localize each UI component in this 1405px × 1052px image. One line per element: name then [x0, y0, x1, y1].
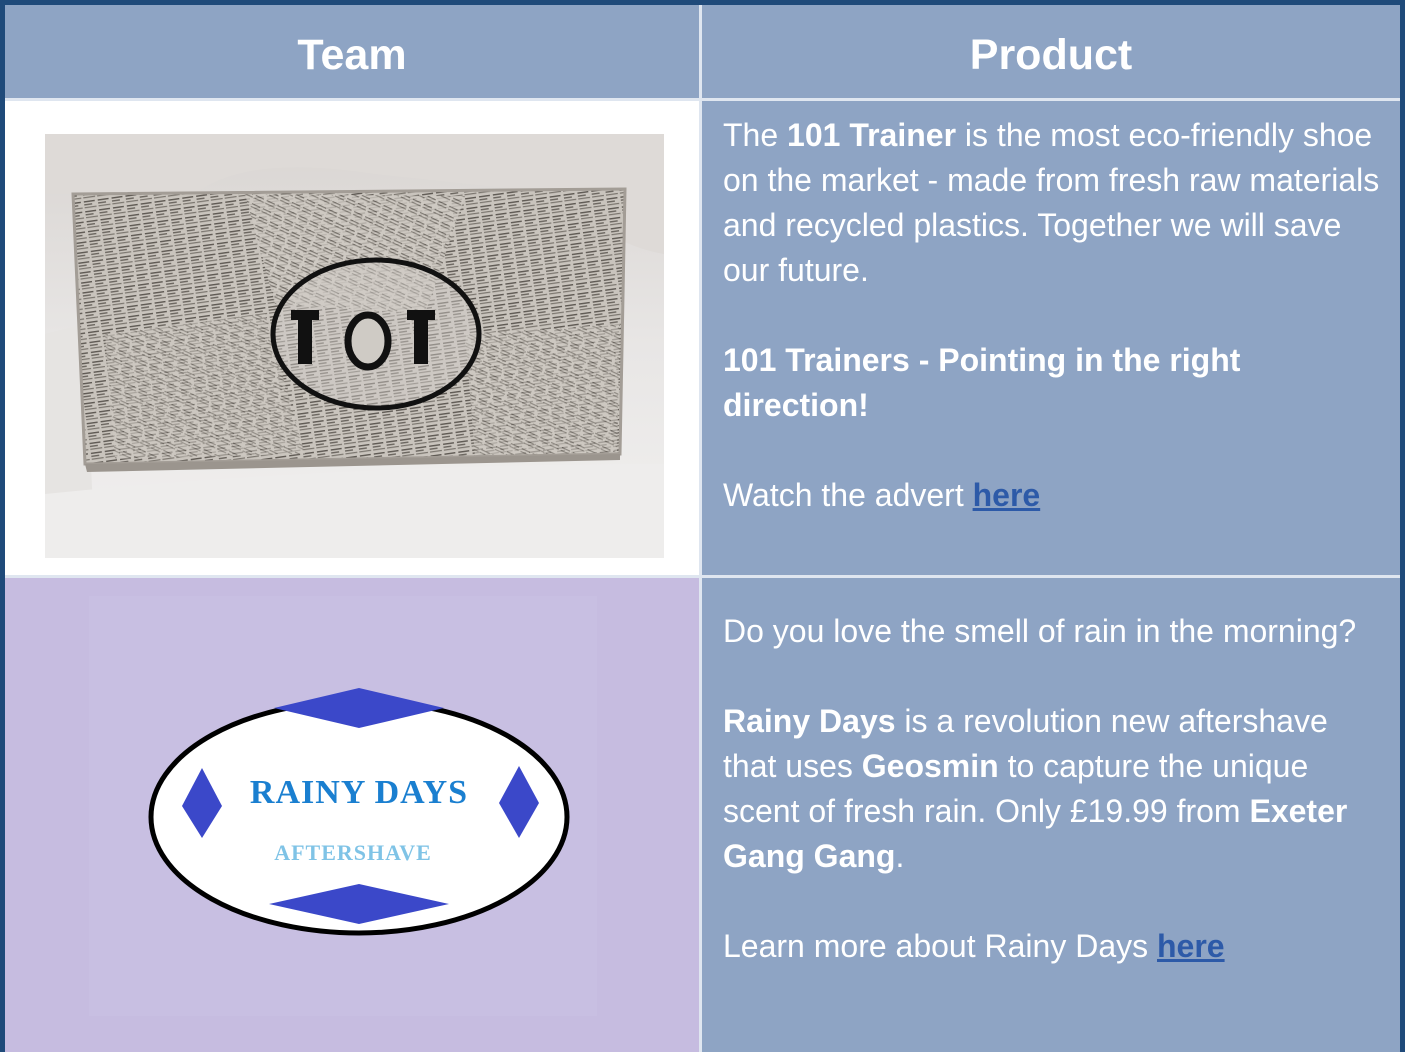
product-1-slogan-text: 101 Trainers - Pointing in the right dir…	[723, 342, 1241, 423]
product-2-link-prefix: Learn more about Rainy Days	[723, 928, 1157, 964]
product-1-name: 101 Trainer	[787, 117, 957, 153]
product-1-link-prefix: Watch the advert	[723, 477, 973, 513]
table-row-2-product: Do you love the smell of rain in the mor…	[702, 578, 1400, 1052]
logo-title: RAINY DAYS	[250, 774, 468, 811]
product-2-body-end: .	[895, 838, 905, 874]
header-product-label: Product	[969, 31, 1133, 79]
product-2-body: Rainy Days is a revolution new aftershav…	[723, 699, 1380, 879]
product-1-intro-pre: The	[723, 117, 788, 153]
product-1-link-line: Watch the advert here	[723, 473, 1380, 518]
header-product: Product	[702, 5, 1400, 101]
product-2-name: Rainy Days	[723, 703, 896, 739]
table-row-1-team: 101	[5, 101, 702, 578]
logo-subtitle: AFTERSHAVE	[274, 840, 432, 865]
shoebox-photo	[45, 134, 664, 558]
table-row-2-team: RAINY DAYS AFTERSHAVE	[5, 578, 702, 1052]
header-team: Team	[5, 5, 702, 101]
advert-link[interactable]: here	[973, 477, 1041, 513]
page-frame: Team Product The 101 Trainer is the most…	[0, 0, 1405, 1052]
header-team-label: Team	[297, 31, 407, 79]
table-row-1-product: The 101 Trainer is the most eco-friendly…	[702, 101, 1400, 578]
product-2-description: Do you love the smell of rain in the mor…	[723, 609, 1380, 969]
learn-more-link[interactable]: here	[1157, 928, 1225, 964]
product-2-ingredient: Geosmin	[861, 748, 999, 784]
product-1-slogan: 101 Trainers - Pointing in the right dir…	[723, 338, 1380, 428]
team-product-table: Team Product The 101 Trainer is the most…	[5, 5, 1400, 1052]
product-2-question: Do you love the smell of rain in the mor…	[723, 613, 1357, 649]
product-2-link-line: Learn more about Rainy Days here	[723, 924, 1380, 969]
product-1-description: The 101 Trainer is the most eco-friendly…	[723, 113, 1380, 518]
product-1-intro: The 101 Trainer is the most eco-friendly…	[723, 113, 1380, 293]
rainy-days-logo: RAINY DAYS AFTERSHAVE	[89, 596, 597, 1016]
